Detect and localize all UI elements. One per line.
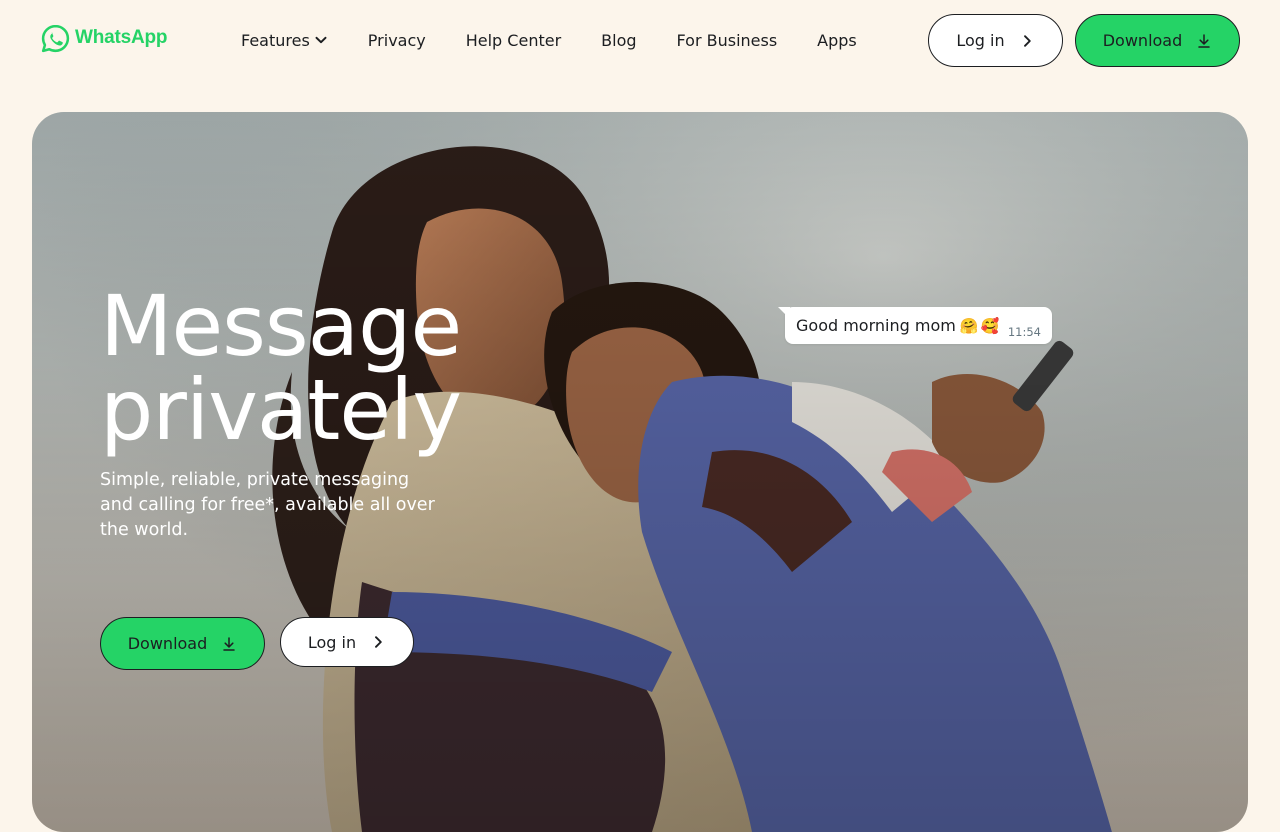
nav-item-label: Features (241, 30, 310, 50)
nav-item-help-center[interactable]: Help Center (466, 31, 561, 50)
nav-item-for-business[interactable]: For Business (677, 31, 778, 50)
chat-bubble-tail (778, 307, 790, 321)
hero-title-line-1: Message (100, 277, 462, 375)
download-icon (1198, 33, 1211, 48)
hero-title: Message privately (100, 284, 560, 452)
chevron-right-icon (375, 636, 382, 648)
chat-message-text: Good morning mom (796, 316, 956, 335)
download-label: Download (1102, 31, 1183, 50)
hero-title-line-2: privately (100, 361, 462, 459)
chevron-right-icon (1023, 34, 1031, 47)
nav-item-blog[interactable]: Blog (601, 31, 636, 50)
brand-name: WhatsApp (75, 27, 168, 48)
hero-subtitle: Simple, reliable, private messaging and … (100, 470, 435, 540)
download-label: Download (127, 634, 208, 653)
header-login-button[interactable]: Log in (928, 14, 1063, 67)
header-download-button[interactable]: Download (1075, 14, 1240, 67)
chevron-down-icon (315, 36, 327, 44)
login-label: Log in (956, 31, 1005, 50)
chat-emoji: 🤗🥰 (959, 316, 1002, 335)
nav-item-apps[interactable]: Apps (817, 31, 857, 50)
login-label: Log in (307, 632, 357, 652)
hero-download-button[interactable]: Download (100, 617, 265, 670)
site-header: WhatsApp Features Privacy Help Center Bl… (0, 0, 1280, 80)
whatsapp-logo[interactable]: WhatsApp (40, 23, 168, 53)
download-icon (223, 636, 236, 651)
chat-timestamp: 11:54 (1007, 325, 1041, 339)
main-nav: Features Privacy Help Center Blog For Bu… (241, 28, 857, 52)
chat-bubble: Good morning mom 🤗🥰 11:54 (778, 307, 1052, 344)
nav-item-features[interactable]: Features (241, 31, 328, 50)
hero-login-button[interactable]: Log in (280, 617, 414, 667)
whatsapp-logo-icon (41, 24, 70, 52)
nav-item-privacy[interactable]: Privacy (368, 31, 426, 50)
